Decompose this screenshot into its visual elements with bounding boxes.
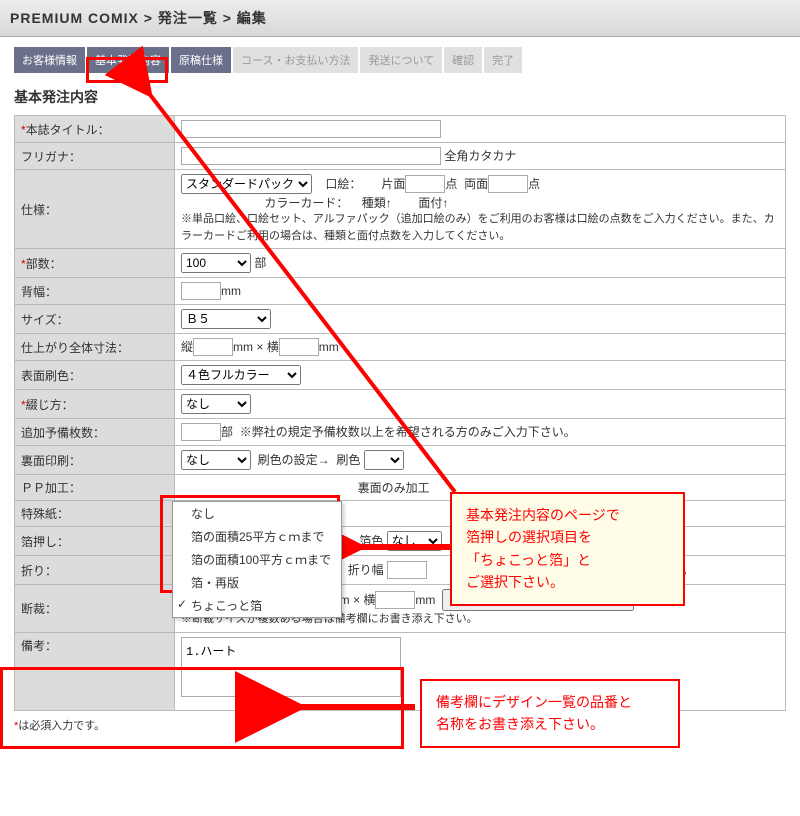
frontcolor-select[interactable]: ４色フルカラー <box>181 365 301 385</box>
row-frontcolor-label: 表面刷色： <box>15 361 175 390</box>
title-input[interactable] <box>181 120 441 138</box>
row-fold-label: 折り： <box>15 556 175 585</box>
row-title-label: *本誌タイトル： <box>15 116 175 143</box>
tab-customer[interactable]: お客様情報 <box>14 47 85 73</box>
shiagari-yoko-input[interactable] <box>279 338 319 356</box>
row-pp-label: ＰＰ加工： <box>15 475 175 501</box>
tab-complete: 完了 <box>484 47 522 73</box>
size-select[interactable]: Ｂ５ <box>181 309 271 329</box>
foil-option-100[interactable]: 箔の面積100平方ｃｍまで <box>173 548 341 571</box>
foil-dropdown-list[interactable]: なし 箔の面積25平方ｃｍまで 箔の面積100平方ｃｍまで 箔・再版 ちょこっと… <box>172 501 342 618</box>
row-foil-label: 箔押し： <box>15 527 175 556</box>
tab-course: コース・お支払い方法 <box>233 47 358 73</box>
furigana-input[interactable] <box>181 147 441 165</box>
row-size-label: サイズ： <box>15 305 175 334</box>
breadcrumb: PREMIUM COMIX > 発注一覧 > 編集 <box>0 0 800 37</box>
tab-bar: お客様情報 基本発注内容 原稿仕様 コース・お支払い方法 発送について 確認 完… <box>14 47 786 73</box>
biko-textarea[interactable] <box>181 637 401 697</box>
foil-option-25[interactable]: 箔の面積25平方ｃｍまで <box>173 525 341 548</box>
sehaba-input[interactable] <box>181 282 221 300</box>
callout-foil: 基本発注内容のページで 箔押しの選択項目を 「ちょこっと箔」と ご選択下さい。 <box>450 492 685 606</box>
ryomen-input[interactable] <box>488 175 528 193</box>
backprint-select[interactable]: なし <box>181 450 251 470</box>
row-binding-label: *綴じ方： <box>15 390 175 419</box>
row-biko-label: 備考： <box>15 632 175 710</box>
row-spec-label: 仕様： <box>15 170 175 249</box>
binding-select[interactable]: なし <box>181 394 251 414</box>
row-busu-label: *部数： <box>15 249 175 278</box>
tab-basic[interactable]: 基本発注内容 <box>87 47 169 73</box>
foil-color-select[interactable]: なし <box>387 531 442 551</box>
content-area: お客様情報 基本発注内容 原稿仕様 コース・お支払い方法 発送について 確認 完… <box>0 37 800 743</box>
tab-confirm: 確認 <box>444 47 482 73</box>
spec-select[interactable]: スタンダードパック <box>181 174 312 194</box>
row-dansai-label: 断裁： <box>15 585 175 633</box>
row-backprint-label: 裏面印刷： <box>15 446 175 475</box>
row-furigana-label: フリガナ： <box>15 143 175 170</box>
foil-option-reprint[interactable]: 箔・再版 <box>173 571 341 594</box>
busu-select[interactable]: 100 <box>181 253 251 273</box>
callout-biko: 備考欄にデザイン一覧の品番と 名称をお書き添え下さい。 <box>420 679 680 748</box>
foil-option-none[interactable]: なし <box>173 502 341 525</box>
furigana-hint: 全角カタカナ <box>444 149 516 163</box>
backprint-color-select[interactable] <box>364 450 404 470</box>
form-table: *本誌タイトル： フリガナ： 全角カタカナ 仕様： スタンダードパック 口絵： … <box>14 115 786 711</box>
row-sehaba-label: 背幅： <box>15 278 175 305</box>
spec-note: ※単品口絵、口絵セット、アルファパック（追加口絵のみ）をご利用のお客様は口絵の点… <box>181 211 779 244</box>
fold-haba-input[interactable] <box>387 561 427 579</box>
yobi-input[interactable] <box>181 423 221 441</box>
row-yobi-label: 追加予備枚数： <box>15 419 175 446</box>
row-shiagari-label: 仕上がり全体寸法： <box>15 334 175 361</box>
row-specialpaper-label: 特殊紙： <box>15 501 175 527</box>
page-title: 基本発注内容 <box>14 87 786 107</box>
tab-shipping: 発送について <box>360 47 442 73</box>
dansai-yoko-input[interactable] <box>375 591 415 609</box>
foil-option-chokotto[interactable]: ちょこっと箔 <box>173 594 341 617</box>
katamen-input[interactable] <box>405 175 445 193</box>
tab-manuscript[interactable]: 原稿仕様 <box>171 47 231 73</box>
shiagari-tate-input[interactable] <box>193 338 233 356</box>
